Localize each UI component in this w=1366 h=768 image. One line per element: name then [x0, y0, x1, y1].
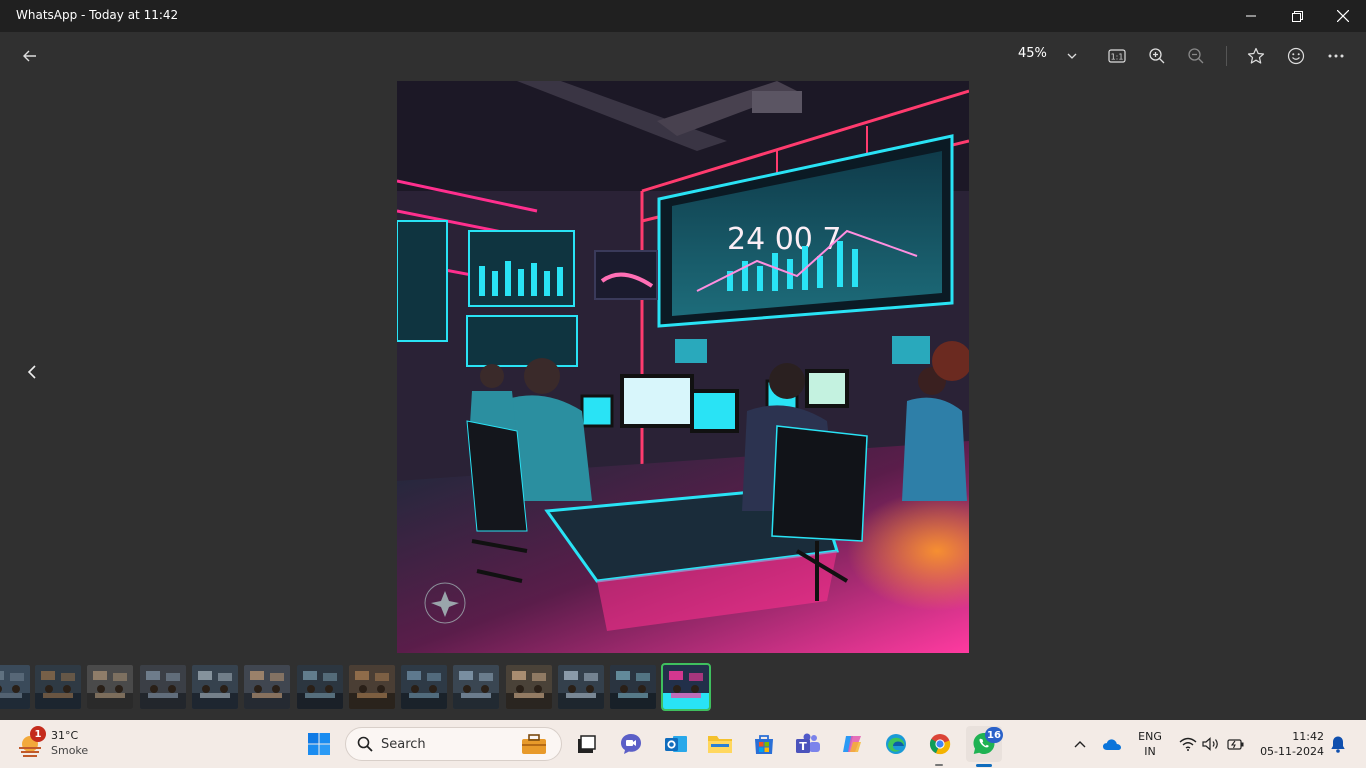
teams-icon: T	[796, 733, 820, 753]
close-icon	[1337, 10, 1349, 22]
edge-app[interactable]	[880, 728, 912, 760]
edge-icon	[886, 734, 906, 754]
zoom-level[interactable]: 45%	[1018, 46, 1047, 61]
filmstrip-thumbnail[interactable]	[244, 665, 290, 709]
filmstrip-thumbnail[interactable]	[558, 665, 604, 709]
filmstrip-thumbnail[interactable]	[610, 665, 656, 709]
cloud-icon	[1103, 739, 1121, 750]
chrome-icon	[929, 734, 951, 755]
task-view-button[interactable]	[570, 728, 602, 760]
show-hidden-icons-button[interactable]	[1064, 728, 1096, 760]
filmstrip-thumbnail[interactable]	[453, 665, 499, 709]
taskbar: 1 31°C Smoke Search T 16 ENG IN 11:42 05…	[0, 720, 1366, 768]
start-button[interactable]	[303, 728, 335, 760]
weather-temperature: 31°C	[51, 729, 79, 742]
svg-text:T: T	[799, 740, 807, 753]
search-label: Search	[381, 737, 426, 752]
more-options-button[interactable]	[1320, 40, 1352, 72]
weather-alert-badge: 1	[30, 726, 46, 742]
speaker-icon	[1202, 737, 1218, 751]
filmstrip-thumbnail[interactable]	[506, 665, 552, 709]
whatsapp-active-indicator	[976, 764, 992, 767]
clock-time: 11:42	[1292, 730, 1324, 743]
weather-widget[interactable]: 1 31°C Smoke	[14, 726, 124, 762]
svg-text:1:1: 1:1	[1111, 53, 1124, 62]
chevron-up-icon	[1074, 741, 1086, 748]
close-button[interactable]	[1320, 0, 1366, 32]
video-chat-icon	[621, 734, 641, 754]
taskbar-search[interactable]: Search	[345, 727, 562, 761]
chrome-running-indicator	[935, 764, 943, 766]
briefcase-icon	[522, 734, 546, 754]
search-icon	[357, 736, 373, 752]
filmstrip-thumbnail[interactable]	[192, 665, 238, 709]
clock-date: 05-11-2024	[1260, 745, 1324, 758]
filmstrip-thumbnail[interactable]	[35, 665, 81, 709]
title-bar: WhatsApp - Today at 11:42	[0, 0, 1366, 32]
favorite-button[interactable]	[1240, 40, 1272, 72]
weather-condition: Smoke	[51, 744, 89, 757]
zoom-in-button[interactable]	[1141, 40, 1173, 72]
toolbar-divider	[1226, 46, 1227, 66]
minimize-button[interactable]	[1228, 0, 1274, 32]
actual-size-icon: 1:1	[1108, 49, 1126, 63]
emoji-icon	[1287, 47, 1305, 65]
window-title: WhatsApp - Today at 11:42	[16, 8, 179, 22]
copilot-icon	[843, 736, 861, 752]
battery-charging-icon	[1227, 739, 1244, 750]
filmstrip-thumbnail[interactable]	[140, 665, 186, 709]
photo-viewer: 45% 1:1 24 00 7	[0, 32, 1366, 720]
filmstrip	[0, 663, 720, 713]
zoom-out-icon	[1188, 48, 1204, 64]
restore-icon	[1291, 10, 1303, 22]
chevron-left-icon	[27, 365, 36, 379]
minimize-icon	[1246, 15, 1256, 17]
copilot-app[interactable]	[836, 728, 868, 760]
filmstrip-thumbnail[interactable]	[87, 665, 133, 709]
whatsapp-notification-badge: 16	[985, 727, 1003, 743]
zoom-in-icon	[1149, 48, 1165, 64]
filmstrip-thumbnail-active[interactable]	[661, 663, 711, 711]
onedrive-button[interactable]	[1096, 728, 1128, 760]
office-scene-image: 24 00 7	[397, 81, 969, 653]
filmstrip-thumbnail[interactable]	[297, 665, 343, 709]
arrow-left-icon	[23, 50, 36, 62]
outlook-icon	[665, 736, 687, 752]
windows-logo-icon	[308, 733, 330, 755]
store-icon	[755, 735, 773, 754]
react-button[interactable]	[1280, 40, 1312, 72]
zoom-dropdown-button[interactable]	[1056, 40, 1088, 72]
language-region: IN	[1144, 745, 1156, 758]
main-photo: 24 00 7	[397, 81, 969, 653]
chrome-app[interactable]	[924, 728, 956, 760]
meet-app[interactable]	[615, 728, 647, 760]
battery-button[interactable]	[1220, 728, 1252, 760]
notifications-button[interactable]	[1322, 728, 1354, 760]
filmstrip-thumbnail[interactable]	[401, 665, 447, 709]
more-icon	[1328, 54, 1344, 58]
task-view-icon	[578, 735, 596, 753]
zoom-out-button[interactable]	[1180, 40, 1212, 72]
bell-icon	[1331, 736, 1345, 753]
language-code: ENG	[1138, 730, 1162, 743]
folder-icon	[708, 736, 732, 753]
filmstrip-thumbnail[interactable]	[349, 665, 395, 709]
chevron-down-icon	[1067, 53, 1077, 59]
previous-image-button[interactable]	[16, 356, 48, 388]
input-language-indicator[interactable]: ENG IN	[1133, 730, 1167, 760]
outlook-app[interactable]	[660, 728, 692, 760]
file-explorer-app[interactable]	[704, 728, 736, 760]
filmstrip-thumbnail[interactable]	[0, 665, 30, 709]
star-icon	[1247, 47, 1265, 64]
actual-size-button[interactable]: 1:1	[1101, 40, 1133, 72]
restore-button[interactable]	[1274, 0, 1320, 32]
microsoft-store-app[interactable]	[748, 728, 780, 760]
teams-app[interactable]: T	[792, 728, 824, 760]
clock[interactable]: 11:42 05-11-2024	[1252, 728, 1328, 760]
back-button[interactable]	[14, 40, 46, 72]
